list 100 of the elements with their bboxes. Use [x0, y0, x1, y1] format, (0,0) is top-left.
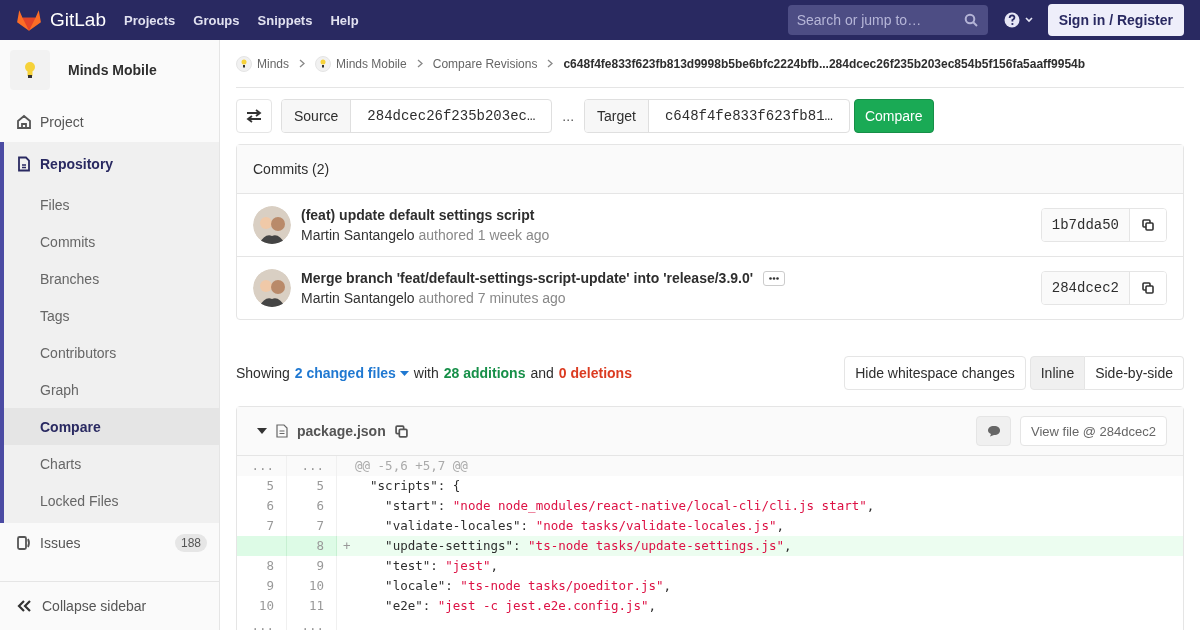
view-mode-button[interactable]: Inline [1029, 356, 1086, 390]
and-label: and [530, 365, 554, 381]
file-name[interactable]: package.json [297, 423, 386, 439]
caret-icon[interactable] [257, 428, 267, 434]
search-icon [963, 13, 978, 27]
changed-files-dropdown[interactable]: 2 changed files [294, 365, 409, 381]
nav-link[interactable]: Snippets [257, 12, 313, 28]
range-separator: ... [562, 108, 575, 124]
commit-title[interactable]: (feat) update default settings script [301, 207, 535, 223]
document-icon [16, 156, 32, 172]
more-button[interactable] [763, 270, 786, 286]
issues-icon [16, 535, 32, 551]
author-link[interactable]: Martin Santangelo [301, 227, 415, 243]
old-line-number: 8 [237, 556, 287, 576]
new-line-number: 10 [287, 576, 337, 596]
speech-bubble-icon [986, 425, 1001, 437]
old-line-number [237, 536, 287, 556]
nav-link[interactable]: Groups [193, 12, 240, 28]
project-name[interactable]: Minds Mobile [68, 62, 157, 78]
old-line-number: ... [237, 616, 287, 630]
sidebar-subitem[interactable]: Branches [4, 260, 219, 297]
chevron-right-icon [299, 59, 305, 68]
old-line-number: 6 [237, 496, 287, 516]
code-line: "scripts": { [369, 477, 461, 495]
hide-whitespace-button[interactable]: Hide whitespace changes [844, 356, 1026, 390]
avatar-icon [253, 206, 291, 244]
code-line: @@ -5,6 +5,7 @@ [355, 457, 468, 475]
sidebar-item[interactable]: Repository [4, 142, 219, 186]
additions-count: 28 additions [443, 365, 526, 381]
swap-arrows-icon [246, 109, 262, 123]
sidebar-item[interactable]: Project [4, 102, 219, 142]
sign-in-button[interactable]: Sign in / Register [1047, 4, 1184, 36]
old-line-number: 10 [237, 596, 287, 616]
sidebar-subitem[interactable]: Graph [4, 371, 219, 408]
nav-link[interactable]: Projects [124, 12, 176, 28]
search-field[interactable]: Search or jump to… [787, 5, 988, 35]
count-badge: 188 [174, 534, 207, 552]
new-line-number: 5 [287, 476, 337, 496]
old-line-number: 5 [237, 476, 287, 496]
chevron-right-icon [547, 59, 554, 68]
view-file-button[interactable]: View file @ 284dcec2 [1020, 416, 1167, 446]
fox-logo-icon[interactable] [16, 8, 42, 32]
breadcrumb-link[interactable]: c648f4fe833f623fb813d9998b5be6bfc2224bfb...284dcec26f235b203ec854b5f156fa5aaff9954b [563, 56, 1086, 71]
file-icon [276, 424, 288, 438]
sidebar-subitem[interactable]: Charts [4, 445, 219, 482]
breadcrumb-link[interactable]: Compare Revisions [432, 56, 538, 71]
brand-name[interactable]: GitLab [50, 9, 106, 31]
commit-sha-label[interactable]: 1b7dda50 [1041, 209, 1130, 241]
sidebar-subitem[interactable]: Files [4, 186, 219, 223]
old-line-number: 9 [237, 576, 287, 596]
copy-icon[interactable] [394, 424, 408, 438]
sidebar-subitem[interactable]: Contributors [4, 334, 219, 371]
sidebar-item[interactable]: Issues 188 [4, 523, 219, 563]
commit-title[interactable]: Merge branch 'feat/default-settings-script-update' into 'release/3.9.0' [301, 270, 754, 286]
code-line: "e2e": "jest -c jest.e2e.config.js", [384, 597, 657, 615]
breadcrumb-link[interactable]: Minds Mobile [336, 56, 407, 71]
new-line-number: 6 [287, 496, 337, 516]
double-chevron-icon [16, 600, 32, 612]
added-marker: + [343, 537, 352, 555]
view-mode-button[interactable]: Side-by-side [1085, 356, 1184, 390]
new-line-number: 8 [287, 536, 337, 556]
copy-icon [1142, 219, 1154, 231]
sidebar-subitem[interactable]: Locked Files [4, 482, 219, 519]
sidebar-subitem[interactable]: Compare [4, 408, 219, 445]
author-link[interactable]: Martin Santangelo [301, 290, 415, 306]
source-dropdown[interactable]: Source 284dcec26f235b203ec… [281, 99, 553, 133]
swap-button[interactable] [236, 99, 272, 133]
with-label: with [413, 365, 439, 381]
lightbulb-icon [24, 61, 36, 79]
new-line-number: 11 [287, 596, 337, 616]
new-line-number: ... [287, 616, 337, 630]
copy-icon [1142, 282, 1154, 294]
collapse-sidebar-button[interactable]: Collapse sidebar [0, 581, 219, 630]
code-line: "start": "node node_modules/react-native/local-cli/cli.js start", [384, 497, 875, 515]
avatar-icon [253, 269, 291, 307]
commit-time: 1 week ago [477, 227, 550, 243]
help-dropdown-icon[interactable] [1003, 12, 1036, 28]
nav-link[interactable]: Help [330, 12, 359, 28]
home-icon [16, 114, 32, 130]
new-line-number: ... [287, 456, 337, 476]
lightbulb-icon [320, 59, 326, 68]
chevron-right-icon [416, 59, 423, 68]
code-line: "update-settings": "ts-node tasks/update-settings.js", [384, 537, 792, 555]
showing-label: Showing [236, 365, 290, 381]
lightbulb-icon [241, 59, 247, 68]
commit-time: 7 minutes ago [477, 290, 566, 306]
commit-sha-label[interactable]: 284dcec2 [1041, 272, 1130, 304]
old-line-number: ... [237, 456, 287, 476]
ellipsis-icon [769, 276, 780, 280]
code-line: "locale": "ts-node tasks/poeditor.js", [384, 577, 672, 595]
breadcrumb-link[interactable]: Minds [257, 56, 289, 71]
authored-label: authored [418, 227, 474, 243]
deletions-count: 0 deletions [558, 365, 632, 381]
target-dropdown[interactable]: Target c648f4fe833f623fb81… [584, 99, 850, 133]
sidebar-subitem[interactable]: Tags [4, 297, 219, 334]
new-line-number: 9 [287, 556, 337, 576]
comment-button[interactable] [976, 416, 1011, 446]
sidebar-subitem[interactable]: Commits [4, 223, 219, 260]
caret-icon [399, 370, 409, 376]
authored-label: authored [418, 290, 474, 306]
